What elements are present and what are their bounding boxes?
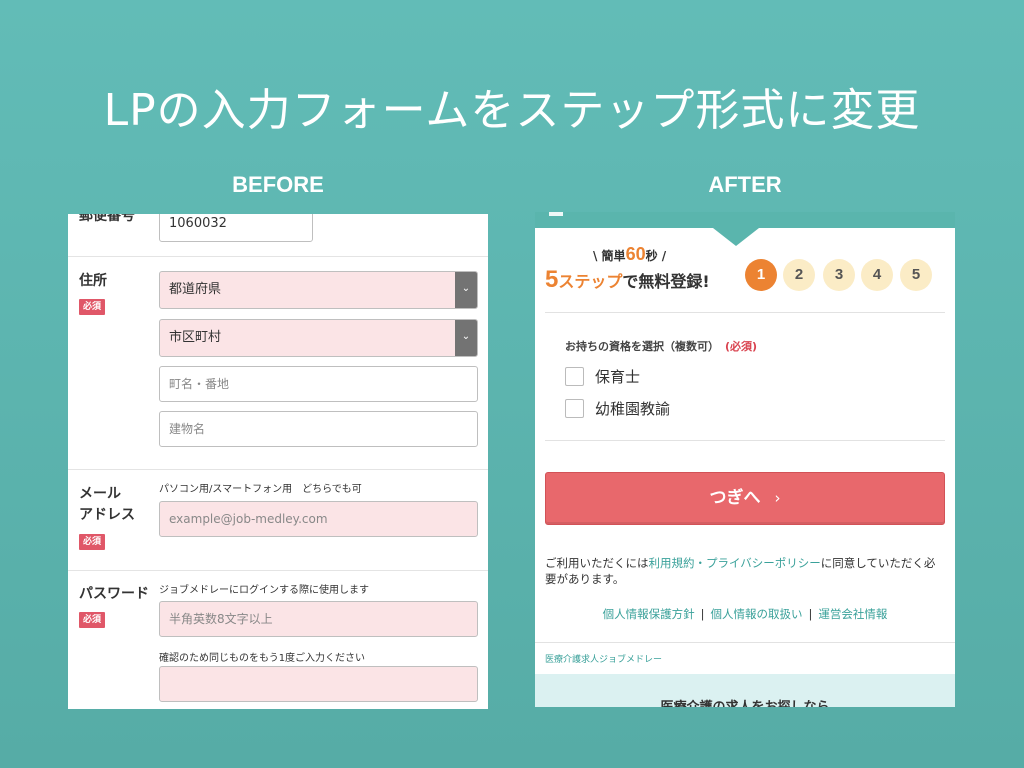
- postal-label: 郵便番号: [79, 214, 135, 224]
- postal-row: 郵便番号 1060032: [68, 214, 488, 257]
- step-indicator-1: 1: [745, 259, 777, 291]
- checkbox-option-kindergarten[interactable]: 幼稚園教諭: [565, 398, 670, 420]
- easy-caption: \ 簡単60秒 /: [593, 244, 666, 265]
- email-input[interactable]: example@job-medley.com: [159, 501, 478, 537]
- email-label-line1: メール: [79, 486, 121, 502]
- next-label: つぎへ: [709, 488, 761, 508]
- postal-field[interactable]: 1060032: [159, 214, 313, 242]
- password-confirm-hint: 確認のため同じものをもう1度ご入力ください: [159, 653, 366, 664]
- agree-prefix: ご利用いただくには: [545, 556, 649, 570]
- header-bar: [535, 212, 955, 228]
- easy-prefix: \ 簡単: [593, 249, 626, 263]
- divider: [545, 312, 945, 313]
- brand-link[interactable]: 医療介護求人ジョブメドレー: [545, 652, 662, 665]
- email-label-line2: アドレス: [79, 507, 135, 523]
- prefecture-value: 都道府県: [169, 282, 222, 297]
- prefecture-select[interactable]: 都道府県 ⌄: [159, 271, 478, 309]
- before-label: BEFORE: [232, 172, 324, 197]
- easy-suffix: 秒 /: [645, 249, 667, 263]
- step-indicator-5: 5: [900, 259, 932, 291]
- chevron-right-icon: ›: [774, 489, 781, 507]
- link-separator: |: [808, 607, 813, 621]
- personal-info-link[interactable]: 個人情報の取扱い: [711, 607, 803, 621]
- password-row: パスワード 必須 ジョブメドレーにログインする際に使用します 半角英数8文字以上…: [68, 571, 488, 709]
- steps-headline: 5ステップで無料登録!: [545, 266, 710, 294]
- email-row: メール アドレス 必須 パソコン用/スマートフォン用 どちらでも可 exampl…: [68, 470, 488, 571]
- password-confirm-input[interactable]: [159, 666, 478, 702]
- qualification-question: お持ちの資格を選択（複数可） (必須): [565, 338, 757, 354]
- step-indicator-2: 2: [783, 259, 815, 291]
- terms-link[interactable]: 利用規約・プライバシーポリシー: [649, 556, 821, 570]
- password-hint: ジョブメドレーにログインする際に使用します: [159, 585, 369, 596]
- steps-rest: で無料登録!: [622, 272, 710, 291]
- after-label: AFTER: [708, 172, 782, 197]
- company-info-link[interactable]: 運営会社情報: [818, 607, 887, 621]
- next-button[interactable]: つぎへ ›: [545, 472, 945, 525]
- step-indicator-3: 3: [823, 259, 855, 291]
- question-text: お持ちの資格を選択（複数可）: [565, 340, 719, 353]
- building-input[interactable]: 建物名: [159, 411, 478, 447]
- footer-banner: 医療介護の求人をお探しなら: [535, 674, 955, 707]
- question-required: (必須): [725, 340, 758, 353]
- address-row: 住所 必須 都道府県 ⌄ 市区町村 ⌄ 町名・番地 建物名: [68, 257, 488, 470]
- password-label: パスワード: [79, 586, 149, 602]
- privacy-policy-link[interactable]: 個人情報保護方針: [603, 607, 695, 621]
- slide-title: LPの入力フォームをステップ形式に変更: [103, 85, 921, 136]
- steps-word: ステップ: [558, 272, 623, 291]
- chevron-down-icon: ⌄: [455, 272, 477, 308]
- email-required-badge: 必須: [79, 534, 106, 550]
- password-required-badge: 必須: [79, 612, 106, 628]
- chevron-down-icon: ⌄: [455, 320, 477, 356]
- town-input[interactable]: 町名・番地: [159, 366, 478, 402]
- step-indicator-4: 4: [861, 259, 893, 291]
- after-form-panel: \ 簡単60秒 / 5ステップで無料登録! 1 2 3 4 5 お持ちの資格を選…: [535, 212, 955, 707]
- link-separator: |: [700, 607, 705, 621]
- terms-agreement: ご利用いただくには利用規約・プライバシーポリシーに同意していただく必要があります…: [545, 555, 945, 587]
- footer-links: 個人情報保護方針 | 個人情報の取扱い | 運営会社情報: [535, 606, 955, 622]
- easy-number: 60: [625, 244, 646, 264]
- footer-banner-text: 医療介護の求人をお探しなら: [535, 696, 955, 707]
- address-label: 住所: [79, 273, 107, 289]
- option-label: 幼稚園教諭: [595, 400, 671, 418]
- header-tab: [549, 212, 563, 216]
- before-form-panel: 郵便番号 1060032 住所 必須 都道府県 ⌄ 市区町村 ⌄ 町名・番地 建…: [68, 214, 488, 709]
- email-hint: パソコン用/スマートフォン用 どちらでも可: [159, 484, 362, 495]
- city-value: 市区町村: [169, 330, 222, 345]
- divider: [535, 642, 955, 643]
- option-label: 保育士: [595, 368, 641, 386]
- password-input[interactable]: 半角英数8文字以上: [159, 601, 478, 637]
- checkbox[interactable]: [565, 367, 584, 386]
- address-required-badge: 必須: [79, 299, 106, 315]
- divider: [545, 440, 945, 441]
- down-arrow-icon: [713, 228, 759, 246]
- steps-number: 5: [545, 266, 559, 293]
- checkbox-option-hoikushi[interactable]: 保育士: [565, 366, 640, 388]
- checkbox[interactable]: [565, 399, 584, 418]
- city-select[interactable]: 市区町村 ⌄: [159, 319, 478, 357]
